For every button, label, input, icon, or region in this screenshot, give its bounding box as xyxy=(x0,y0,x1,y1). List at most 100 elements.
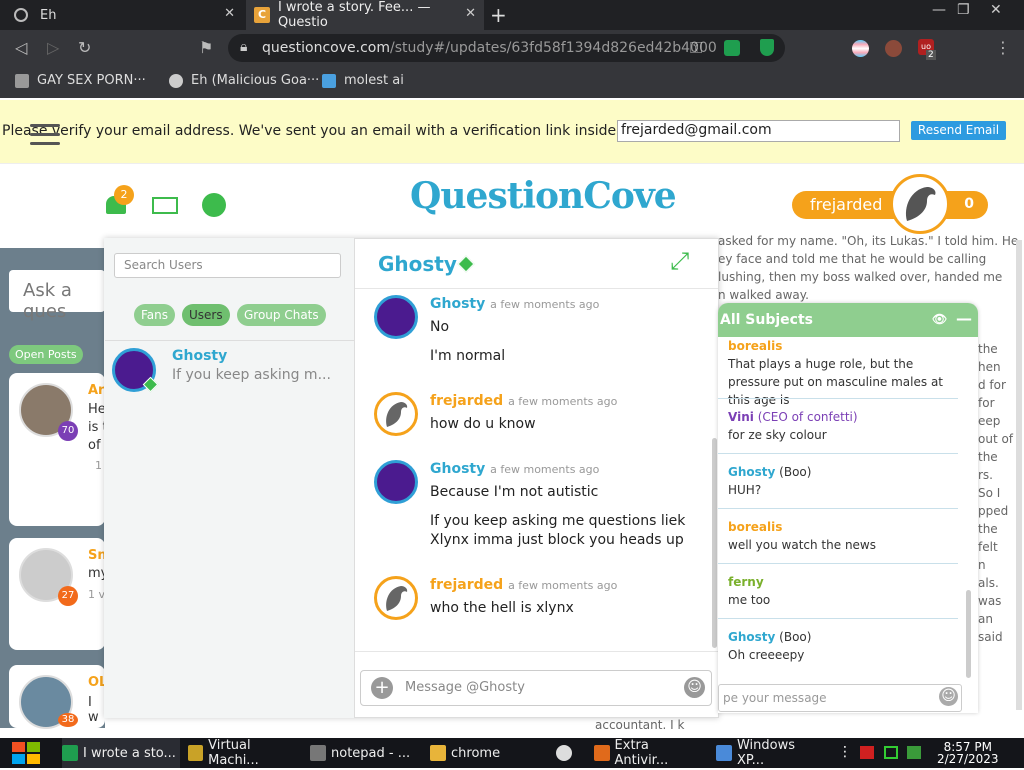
app-icon xyxy=(62,745,78,761)
add-attachment-icon[interactable]: + xyxy=(371,677,393,699)
hamburger-menu-icon[interactable] xyxy=(30,124,60,146)
subjects-scrollbar[interactable] xyxy=(966,590,971,678)
taskbar-item[interactable]: Virtual Machi... xyxy=(188,738,300,768)
search-users-input[interactable]: Search Users xyxy=(114,253,341,278)
bookmark-item[interactable]: GAY SEX PORN··· xyxy=(15,73,146,88)
restore-icon[interactable]: ❐ xyxy=(957,2,970,18)
taskbar-item[interactable]: I wrote a sto... xyxy=(62,738,180,768)
verify-email-field[interactable]: frejarded@gmail.com xyxy=(617,120,900,142)
taskbar-item[interactable] xyxy=(556,738,578,768)
close-tab-icon[interactable]: ✕ xyxy=(224,6,235,21)
clock-date: 2/27/2023 xyxy=(937,752,999,766)
filter-users-tab[interactable]: Users xyxy=(182,304,230,326)
bookmark-icon[interactable]: ⚑ xyxy=(199,38,213,57)
dolphin-icon xyxy=(386,402,408,427)
message-time: a few moments ago xyxy=(508,579,618,592)
divider xyxy=(718,398,958,399)
ask-question-input[interactable]: Ask a ques xyxy=(9,270,105,322)
browser-tab-questioncove[interactable]: C I wrote a story. Fee... — Questio ✕ xyxy=(246,0,484,30)
taskbar-item[interactable]: notepad - ... xyxy=(310,738,420,768)
reload-icon[interactable]: ↻ xyxy=(78,38,91,57)
key-icon[interactable]: ⚿ xyxy=(690,38,702,58)
divider xyxy=(718,563,958,564)
message-text: No xyxy=(430,319,450,335)
resend-email-button[interactable]: Resend Email xyxy=(911,121,1006,140)
all-subjects-header[interactable]: All Subjects 👁︎ — xyxy=(718,303,978,337)
message-text: Because I'm not autistic xyxy=(430,484,599,500)
subject-message: Ghosty (Boo) HUH? xyxy=(728,465,812,497)
message-avatar[interactable] xyxy=(374,576,418,620)
profile-avatar-icon[interactable] xyxy=(885,40,902,57)
expand-icon[interactable]: ⤢ xyxy=(670,247,689,275)
emoji-icon[interactable]: ☺ xyxy=(684,677,705,698)
divider xyxy=(105,340,354,341)
open-posts-tab[interactable]: Open Posts xyxy=(9,345,83,364)
conversation-preview[interactable]: If you keep asking m... xyxy=(172,367,331,383)
bookmark-item[interactable]: molest ai xyxy=(322,73,404,88)
extension-flag-icon[interactable] xyxy=(852,40,869,57)
feed-card[interactable]: 27 Sn my 1 v xyxy=(9,538,108,650)
window-close-icon[interactable]: ✕ xyxy=(990,2,1002,18)
message-text: If you keep asking me questions liek Xly… xyxy=(430,513,686,548)
taskbar-item[interactable]: chrome xyxy=(430,738,542,768)
message-avatar[interactable] xyxy=(374,295,418,339)
new-tab-icon[interactable]: + xyxy=(490,3,507,27)
filter-group-chats-tab[interactable]: Group Chats xyxy=(237,304,326,326)
emoji-icon[interactable]: ☺ xyxy=(939,687,958,706)
chat-scrollbar[interactable] xyxy=(712,438,717,648)
conversation-name[interactable]: Ghosty xyxy=(172,348,227,364)
feed-card[interactable]: 38 OL I w xyxy=(9,665,107,729)
shield-icon[interactable] xyxy=(760,39,774,56)
message-author[interactable]: frejarded xyxy=(430,577,503,593)
folder-icon xyxy=(430,745,446,761)
app-icon xyxy=(594,745,610,761)
flag-icon[interactable] xyxy=(860,746,874,759)
filter-fans-tab[interactable]: Fans xyxy=(134,304,176,326)
divider xyxy=(355,651,718,652)
minimize-icon[interactable]: — xyxy=(932,2,946,18)
tray-overflow-icon[interactable]: ⋮ xyxy=(838,744,852,760)
page-scrollbar[interactable] xyxy=(1016,240,1022,710)
verify-message: Please verify your email address. We've … xyxy=(2,123,621,139)
message-author[interactable]: Ghosty xyxy=(430,461,485,477)
bookmark-item[interactable]: Eh (Malicious Goa··· xyxy=(169,73,319,88)
extension-green-icon[interactable] xyxy=(724,40,740,56)
start-button[interactable] xyxy=(10,740,42,766)
message-time: a few moments ago xyxy=(508,395,618,408)
windows-logo-icon xyxy=(12,742,40,764)
message-author[interactable]: Ghosty xyxy=(430,296,485,312)
app-icon xyxy=(310,745,326,761)
forward-icon[interactable]: ▷ xyxy=(47,38,59,57)
message-text: how do u know xyxy=(430,416,536,432)
taskbar-item[interactable]: Windows XP... xyxy=(716,738,826,768)
menu-kebab-icon[interactable]: ⋮ xyxy=(995,38,1011,57)
message-avatar[interactable] xyxy=(374,392,418,436)
user-score: 0 xyxy=(964,196,974,212)
url-path: /study#/updates/63fd58f1394d826ed42b4000 xyxy=(390,40,717,56)
message-input[interactable]: Message @Ghosty xyxy=(360,670,712,706)
message-author[interactable]: frejarded xyxy=(430,393,503,409)
taskbar-item[interactable]: Extra Antivir... xyxy=(594,738,704,768)
hide-eye-icon[interactable]: 👁︎ xyxy=(932,312,947,326)
chat-title: Ghosty xyxy=(378,252,457,276)
feed-card[interactable]: 70 Ari He is t of 1 xyxy=(9,373,109,526)
back-icon[interactable]: ◁ xyxy=(15,38,27,57)
site-logo[interactable]: QuestionCove xyxy=(410,175,677,217)
user-avatar[interactable] xyxy=(890,174,950,234)
card-text: I w xyxy=(88,695,99,725)
subject-message-input[interactable]: pe your message xyxy=(718,684,962,712)
network-icon[interactable] xyxy=(884,746,898,759)
mail-icon[interactable] xyxy=(152,197,178,214)
lock-icon: 🔒︎ xyxy=(240,39,248,55)
minimize-panel-icon[interactable]: — xyxy=(956,309,972,328)
profile-icon[interactable] xyxy=(202,193,226,217)
clock[interactable]: 8:57 PM 2/27/2023 xyxy=(937,741,999,765)
tray-icon[interactable] xyxy=(907,746,921,759)
username: frejarded xyxy=(810,195,883,214)
extension-badge: 2 xyxy=(926,50,936,60)
card-stat: 1 v xyxy=(88,588,106,601)
close-tab-icon[interactable]: ✕ xyxy=(465,6,476,21)
globe-icon xyxy=(169,73,183,88)
browser-tab-eh[interactable]: Eh ✕ xyxy=(0,0,243,30)
message-avatar[interactable] xyxy=(374,460,418,504)
